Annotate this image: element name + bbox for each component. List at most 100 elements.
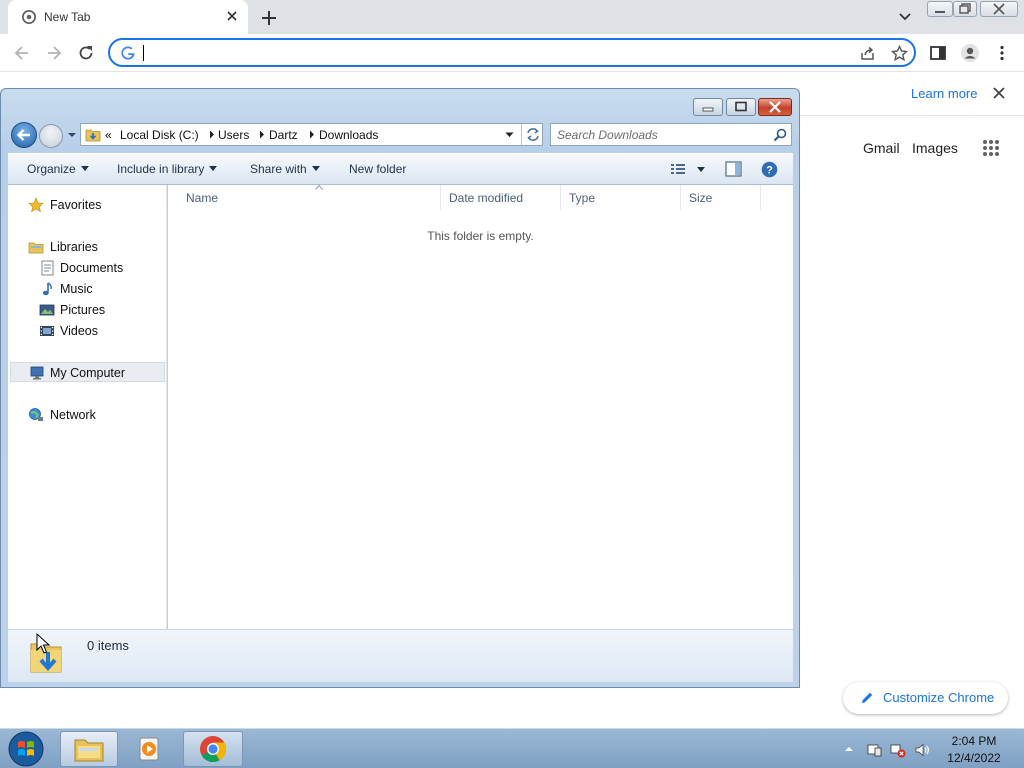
navigation-pane: Favorites Libraries Documents Music Pict… [8, 185, 167, 629]
network-disconnected-icon[interactable] [890, 742, 906, 758]
help-icon[interactable]: ? [761, 161, 778, 178]
preview-pane-icon[interactable] [725, 161, 742, 177]
documents-icon [41, 260, 54, 276]
reload-icon[interactable] [76, 43, 96, 63]
breadcrumb-separator-icon[interactable] [309, 130, 315, 139]
breadcrumb-downloads[interactable]: Downloads [319, 128, 378, 142]
breadcrumb-separator-icon[interactable] [259, 130, 265, 139]
column-header-type[interactable]: Type [561, 185, 681, 210]
close-icon [993, 3, 1005, 15]
clock-time[interactable]: 2:04 PM [944, 734, 1004, 748]
restore-icon [959, 3, 971, 14]
explorer-maximize-button[interactable] [726, 98, 756, 116]
column-header-name[interactable]: Name [178, 185, 441, 210]
tab-title: New Tab [44, 10, 91, 24]
search-input[interactable] [557, 127, 762, 143]
chevron-down-icon [80, 166, 89, 171]
chrome-tabstrip: New Tab [0, 0, 1024, 34]
forward-arrow-icon[interactable] [44, 43, 64, 63]
images-link[interactable]: Images [912, 140, 958, 156]
address-bar[interactable]: « Local Disk (C:) Users Dartz Downloads [80, 123, 543, 146]
sort-ascending-icon [315, 185, 323, 190]
chevron-down-icon [311, 166, 320, 171]
nav-label-network: Network [50, 408, 96, 422]
breadcrumb-local-disk[interactable]: Local Disk (C:) [120, 128, 199, 142]
volume-speaker-icon[interactable] [914, 742, 930, 758]
explorer-forward-button[interactable] [39, 124, 63, 148]
nav-item-my-computer[interactable]: My Computer [10, 362, 165, 382]
tab-new-tab[interactable]: New Tab [8, 0, 248, 34]
chevron-down-icon [209, 166, 218, 171]
address-refresh-button[interactable] [521, 124, 543, 145]
column-header-date-modified[interactable]: Date modified [441, 185, 561, 210]
profile-avatar-icon[interactable] [960, 43, 980, 63]
omnibox-input[interactable] [142, 43, 822, 63]
view-options-dropdown-icon[interactable] [697, 167, 705, 172]
close-icon[interactable] [991, 85, 1007, 101]
column-size-label: Size [689, 191, 713, 205]
window-close-button[interactable] [980, 1, 1018, 17]
column-header-size[interactable]: Size [681, 185, 761, 210]
taskbar-explorer-button[interactable] [60, 731, 118, 767]
share-icon[interactable] [859, 45, 876, 62]
organize-button[interactable]: Organize [27, 162, 89, 176]
back-arrow-icon [16, 129, 30, 141]
nav-item-favorites[interactable]: Favorites [8, 195, 167, 215]
nav-label-music: Music [60, 282, 93, 296]
action-center-flag-icon[interactable] [866, 742, 882, 758]
nav-item-libraries[interactable]: Libraries [8, 237, 167, 257]
nav-item-videos[interactable]: Videos [8, 321, 167, 341]
organize-label: Organize [27, 162, 76, 176]
breadcrumb-dartz[interactable]: Dartz [269, 128, 298, 142]
explorer-close-button[interactable] [758, 98, 792, 116]
new-tab-icon[interactable] [258, 7, 280, 29]
window-minimize-button[interactable] [927, 1, 953, 17]
learn-more-link[interactable]: Learn more [911, 86, 977, 101]
folder-download-icon [85, 129, 101, 142]
gmail-link[interactable]: Gmail [863, 140, 900, 156]
close-icon [769, 101, 781, 113]
explorer-search-box[interactable] [550, 123, 792, 146]
clock-date[interactable]: 12/4/2022 [944, 751, 1004, 765]
google-apps-grid-icon[interactable] [982, 139, 1000, 157]
breadcrumb-overflow[interactable]: « [105, 128, 112, 142]
breadcrumb-users[interactable]: Users [218, 128, 249, 142]
view-details-icon[interactable] [670, 162, 686, 176]
window-restore-button[interactable] [953, 1, 977, 17]
column-name-label: Name [186, 191, 219, 205]
include-in-library-label: Include in library [117, 162, 205, 176]
kebab-menu-icon[interactable] [992, 43, 1012, 63]
explorer-window: « Local Disk (C:) Users Dartz Downloads … [0, 88, 800, 688]
back-arrow-icon[interactable] [12, 43, 32, 63]
nav-item-music[interactable]: Music [8, 279, 167, 299]
tab-close-icon[interactable] [224, 8, 240, 24]
start-button[interactable] [6, 730, 46, 768]
star-bookmark-icon[interactable] [891, 45, 908, 62]
mouse-pointer-icon [36, 633, 50, 654]
new-folder-button[interactable]: New folder [349, 162, 406, 176]
side-panel-icon[interactable] [928, 43, 948, 63]
share-with-button[interactable]: Share with [250, 162, 320, 176]
chrome-favicon-icon [22, 10, 36, 24]
nav-item-pictures[interactable]: Pictures [8, 300, 167, 320]
customize-chrome-button[interactable]: Customize Chrome [843, 682, 1008, 714]
star-favorites-icon [28, 197, 44, 213]
taskbar-media-player-button[interactable] [122, 731, 178, 767]
search-icon[interactable] [773, 128, 787, 142]
show-hidden-icons-icon[interactable] [843, 743, 855, 755]
chevron-down-icon[interactable] [896, 9, 914, 25]
taskbar-chrome-button[interactable] [183, 731, 243, 767]
include-in-library-button[interactable]: Include in library [117, 162, 218, 176]
item-count: 0 items [87, 638, 129, 653]
nav-item-documents[interactable]: Documents [8, 258, 167, 278]
nav-label-my-computer: My Computer [50, 366, 126, 380]
recent-pages-dropdown-icon[interactable] [67, 131, 77, 139]
windows-start-orb-icon [8, 731, 44, 767]
chrome-toolbar [0, 34, 1024, 72]
explorer-back-button[interactable] [11, 122, 37, 148]
omnibox[interactable] [108, 38, 916, 67]
address-history-dropdown-icon[interactable] [505, 132, 514, 138]
explorer-minimize-button[interactable] [693, 98, 723, 116]
nav-item-network[interactable]: Network [8, 405, 167, 425]
breadcrumb-separator-icon[interactable] [209, 130, 215, 139]
